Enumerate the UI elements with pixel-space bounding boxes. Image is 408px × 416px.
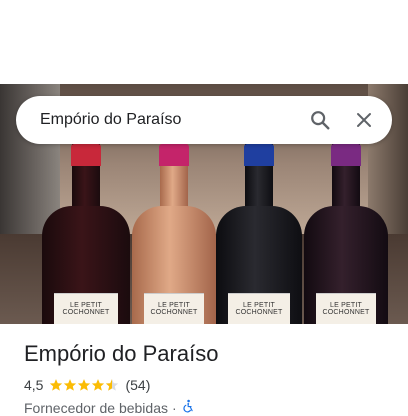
half-star-icon [106,379,119,391]
star-icon [92,379,105,391]
search-bar[interactable]: Empório do Paraíso [16,96,392,144]
bottle-cap [71,144,101,166]
bottle-cap [159,144,189,166]
star-icon [50,379,63,391]
wine-bottle: LE PETIT COCHONNET [132,144,216,324]
rating-row[interactable]: 4,5 (54) [24,376,392,394]
review-count[interactable]: (54) [125,377,150,393]
wine-bottle: LE PETIT COCHONNET [42,144,130,324]
star-rating [49,378,119,392]
place-info[interactable]: Empório do Paraíso 4,5 (54) Fornecedor d… [24,340,392,416]
place-name: Empório do Paraíso [24,341,219,366]
bottle-label: LE PETIT COCHONNET [54,293,118,324]
bottle-label: LE PETIT COCHONNET [144,293,204,324]
search-icon[interactable] [298,98,342,142]
star-icon [78,379,91,391]
search-input[interactable]: Empório do Paraíso [40,111,298,129]
wine-bottle: LE PETIT COCHONNET [216,144,302,324]
wine-bottle: LE PETIT COCHONNET [304,144,388,324]
close-icon[interactable] [342,98,386,142]
rating-value: 4,5 [24,377,44,393]
bottle-label: LE PETIT COCHONNET [228,293,290,324]
bottle-cap [244,144,274,166]
bottle-label: LE PETIT COCHONNET [316,293,376,324]
bottle-cap [331,144,361,166]
star-icon [64,379,77,391]
